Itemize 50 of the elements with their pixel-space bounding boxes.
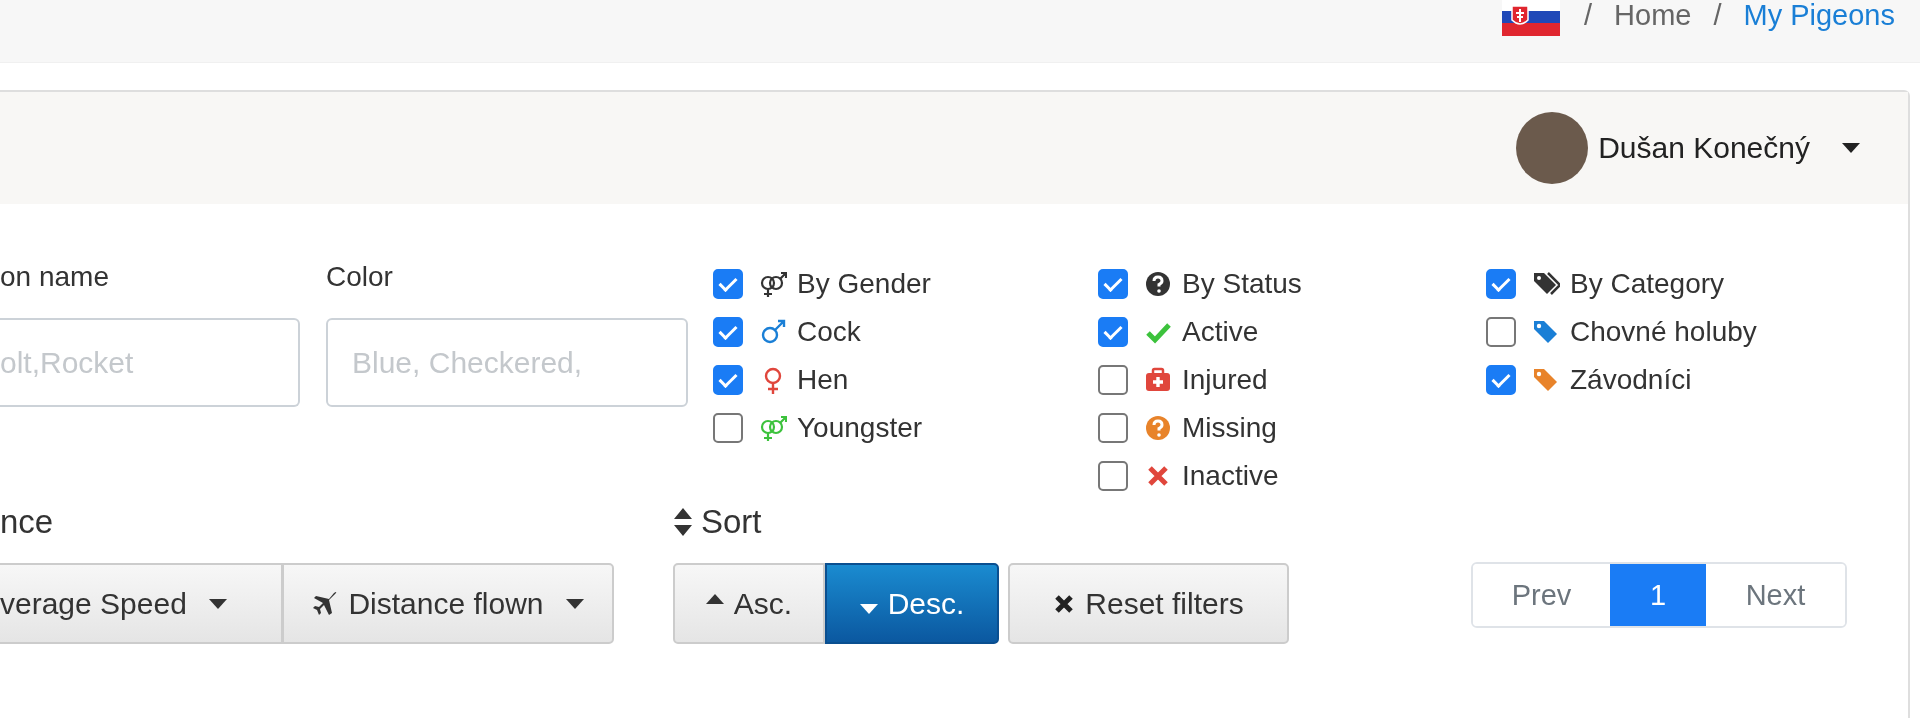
dropdown-button[interactable]: verage Speed — [0, 563, 283, 644]
checkbox[interactable] — [713, 413, 743, 443]
checkbox[interactable] — [1098, 365, 1128, 395]
caret-up-icon — [705, 593, 724, 604]
checkbox-label: Injured — [1182, 364, 1268, 396]
breadcrumb-separator: / — [1713, 0, 1722, 32]
checkbox[interactable] — [1098, 413, 1128, 443]
checkbox[interactable] — [1098, 317, 1128, 347]
checkbox-label: By Status — [1182, 268, 1302, 300]
breadcrumb-link[interactable]: Home — [1614, 0, 1692, 32]
checkbox[interactable] — [713, 317, 743, 347]
caret-icon — [208, 598, 227, 609]
checkbox[interactable] — [1486, 269, 1516, 299]
page-number-button[interactable]: 1 — [1610, 564, 1706, 626]
checkbox[interactable] — [1098, 461, 1128, 491]
checkbox-label: Youngster — [797, 412, 923, 444]
checkbox-label: By Gender — [797, 268, 931, 300]
user-menu[interactable]: Dušan Konečný — [1516, 112, 1860, 184]
checkbox-label: Závodníci — [1570, 364, 1692, 396]
input-field[interactable]: olt,Rocket — [0, 318, 300, 407]
checkbox-label: Missing — [1182, 412, 1277, 444]
caret-icon — [565, 598, 584, 609]
caret-icon — [1842, 143, 1860, 153]
field-label: Color — [326, 260, 394, 294]
input-field[interactable]: Blue, Checkered, — [326, 318, 688, 407]
checkbox-label: Cock — [797, 316, 861, 348]
sort-icon — [673, 506, 693, 538]
sort-button[interactable]: Desc. — [825, 563, 999, 644]
user-name: Dušan Konečný — [1598, 131, 1810, 165]
checkbox[interactable] — [1486, 365, 1516, 395]
section-heading: nce — [0, 502, 55, 542]
breadcrumb-separator: / — [1584, 0, 1593, 32]
airplane-icon — [312, 590, 339, 617]
reset-filters-button[interactable]: Reset filters — [1008, 563, 1289, 644]
dropdown-button[interactable]: Distance flown — [283, 563, 614, 644]
checkbox-label: Hen — [797, 364, 849, 396]
checkbox[interactable] — [1486, 317, 1516, 347]
checkbox-label: Inactive — [1182, 460, 1279, 492]
field-label: on name — [0, 260, 110, 294]
sort-button[interactable]: Asc. — [673, 563, 825, 644]
checkbox-label: Active — [1182, 316, 1259, 348]
close-icon — [1053, 592, 1076, 615]
checkbox[interactable] — [1098, 269, 1128, 299]
checkbox[interactable] — [713, 269, 743, 299]
checkbox-label: Chovné holuby — [1570, 316, 1757, 348]
section-heading: Sort — [701, 502, 762, 542]
breadcrumb-link[interactable]: My Pigeons — [1743, 0, 1895, 32]
checkbox-label: By Category — [1570, 268, 1725, 300]
caret-down-icon — [859, 603, 878, 614]
checkbox[interactable] — [713, 365, 743, 395]
